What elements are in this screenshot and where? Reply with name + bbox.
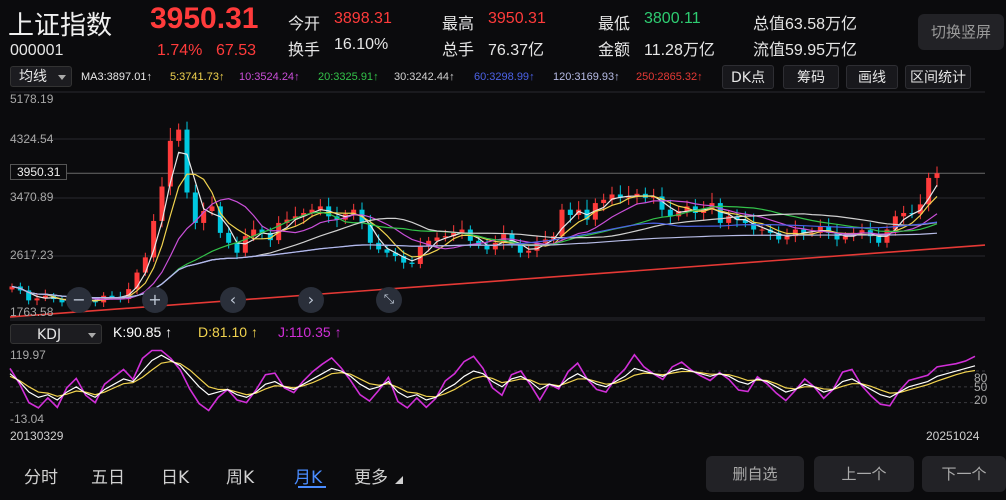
kdj-j-value: J:110.35 ↑ (278, 324, 342, 340)
kdj-level-50: 50 (974, 380, 988, 394)
kdj-select[interactable]: KDJ (10, 324, 102, 344)
chevron-left-icon[interactable]: ‹ (220, 287, 246, 313)
kdj-k-text: K:90.85 (113, 324, 162, 340)
tab-1[interactable]: 五日 (91, 463, 125, 488)
candle-body (934, 173, 940, 178)
candle-body (109, 295, 115, 298)
remove-watchlist-button[interactable]: 删自选 (706, 456, 804, 492)
next-button[interactable]: 下一个 (922, 456, 1006, 492)
kdj-d-text: D:81.10 (198, 324, 248, 340)
candle-body (526, 250, 532, 253)
kdj-d-value: D:81.10 ↑ (198, 324, 258, 340)
candle-body (226, 232, 232, 243)
candle-body (34, 298, 40, 301)
more-caret-icon (395, 476, 403, 484)
candle-body (234, 242, 240, 253)
kdj-level-20: 20 (974, 393, 988, 407)
chevron-down-icon (88, 333, 96, 338)
candle-body (142, 257, 148, 273)
candle-body (167, 140, 173, 187)
candle-body (209, 206, 215, 212)
candle-body (559, 209, 565, 237)
active-tab-underline (298, 486, 326, 488)
zoom-out-icon[interactable]: − (66, 287, 92, 313)
arrow-up-icon: ↑ (334, 324, 342, 340)
start-date: 20130329 (10, 429, 64, 443)
candle-body (759, 229, 765, 231)
price-axis-tick: 2617.23 (10, 248, 54, 262)
candle-body (601, 199, 607, 204)
end-date: 20251024 (926, 429, 980, 443)
candle-body (567, 209, 573, 215)
price-axis-max: 5178.19 (10, 92, 54, 106)
last-price-label: 3950.31 (10, 164, 68, 180)
ma-line (11, 205, 938, 299)
candle-body (667, 209, 673, 217)
kline-chart[interactable] (0, 0, 1006, 450)
candle-body (176, 129, 182, 141)
tab-2[interactable]: 日K (161, 463, 189, 488)
tab-0[interactable]: 分时 (24, 463, 58, 488)
candle-body (409, 262, 415, 264)
price-axis-min: 1763.58 (10, 305, 54, 319)
kdj-j-text: J:110.35 (278, 324, 331, 340)
kdj-axis-max: 119.97 (10, 348, 46, 362)
price-axis-tick: 3470.89 (10, 190, 54, 204)
price-axis-tick: 4324.54 (10, 132, 54, 146)
arrow-up-icon: ↑ (165, 324, 173, 340)
kdj-select-label: KDJ (37, 327, 62, 343)
zoom-in-icon[interactable]: + (142, 287, 168, 313)
previous-button[interactable]: 上一个 (814, 456, 914, 492)
kdj-k-line (9, 354, 976, 401)
tab-4[interactable]: 月K (294, 463, 322, 488)
arrow-up-icon: ↑ (250, 324, 258, 340)
candle-body (376, 242, 382, 250)
tab-5[interactable]: 更多 (354, 463, 388, 488)
candle-body (901, 213, 907, 217)
tab-3[interactable]: 周K (226, 463, 254, 488)
collapse-icon[interactable]: ⤡ (376, 287, 402, 313)
candle-body (417, 246, 423, 264)
kdj-k-value: K:90.85 ↑ (113, 324, 172, 340)
candle-body (192, 192, 198, 223)
ma-line (11, 151, 938, 302)
candle-body (876, 236, 882, 243)
kdj-axis-min: -13.04 (10, 412, 45, 426)
chevron-right-icon[interactable]: › (298, 287, 324, 313)
